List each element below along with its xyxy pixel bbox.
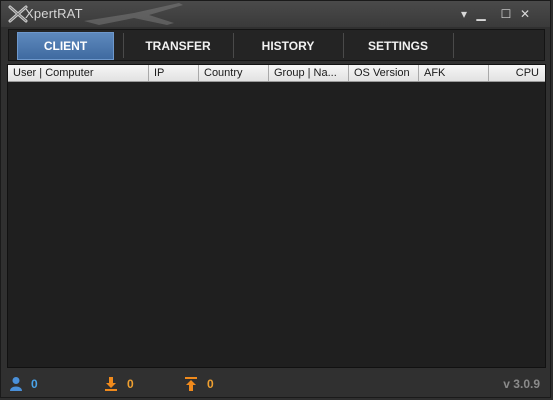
column-header-afk[interactable]: AFK	[419, 65, 489, 81]
tab-client-label: CLIENT	[43, 39, 88, 53]
downloads-count: 0	[127, 377, 134, 391]
minimize-button[interactable]: ▁	[473, 6, 489, 22]
clients-count: 0	[31, 377, 38, 391]
client-table[interactable]: User | Computer IP Country Group | Na...…	[7, 64, 546, 368]
column-header-os-version[interactable]: OS Version	[349, 65, 419, 81]
tab-client[interactable]: CLIENT	[17, 32, 114, 60]
tab-history[interactable]: HISTORY	[234, 32, 342, 60]
title-bar[interactable]: XpertRAT ▾ ▁ ☐ ✕	[1, 1, 550, 27]
tab-bar: CLIENT TRANSFER HISTORY SETTINGS	[8, 29, 545, 61]
airplane-icon	[84, 3, 183, 25]
table-header: User | Computer IP Country Group | Na...…	[8, 65, 545, 82]
user-icon	[10, 377, 22, 391]
close-button[interactable]: ✕	[517, 6, 533, 22]
tab-transfer[interactable]: TRANSFER	[124, 32, 232, 60]
column-header-country[interactable]: Country	[199, 65, 269, 81]
tab-divider	[453, 33, 454, 58]
upload-icon	[185, 377, 197, 391]
app-window: XpertRAT ▾ ▁ ☐ ✕ CLIENT TRANSFER HISTORY…	[0, 0, 551, 398]
column-header-cpu[interactable]: CPU	[489, 65, 545, 81]
window-title: XpertRAT	[25, 6, 83, 21]
uploads-count: 0	[207, 377, 214, 391]
chevron-down-icon[interactable]: ▾	[456, 6, 472, 22]
column-header-ip[interactable]: IP	[149, 65, 199, 81]
tab-transfer-label: TRANSFER	[145, 39, 211, 53]
column-header-user-computer[interactable]: User | Computer	[8, 65, 149, 81]
status-bar: 0 0 0 v 3.0.9	[1, 370, 550, 397]
maximize-button[interactable]: ☐	[498, 6, 514, 22]
tab-settings[interactable]: SETTINGS	[344, 32, 452, 60]
column-header-group-name[interactable]: Group | Na...	[269, 65, 349, 81]
tab-history-label: HISTORY	[261, 39, 315, 53]
tab-settings-label: SETTINGS	[367, 39, 428, 53]
download-icon	[105, 377, 117, 391]
version-label: v 3.0.9	[503, 377, 540, 391]
